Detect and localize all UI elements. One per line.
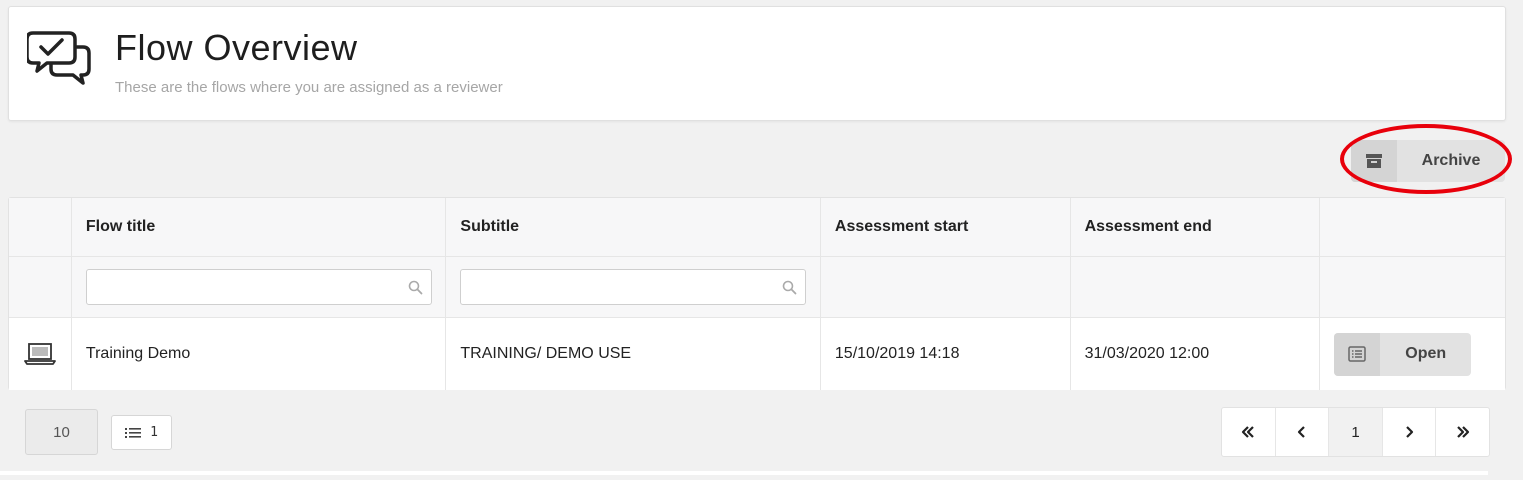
archive-label: Archive [1421,152,1481,169]
chevron-right-icon [1405,426,1413,438]
cell-actions: Open [1320,318,1505,390]
flows-table: Flow title Subtitle Assessment start Ass… [8,197,1506,390]
prev-page-button[interactable] [1276,408,1330,456]
laptop-icon [24,343,56,365]
column-header-flow-title[interactable]: Flow title [72,198,447,256]
cell-flow-title: Training Demo [72,318,447,390]
cell-assessment-start: 15/10/2019 14:18 [821,318,1071,390]
cell-assessment-end: 31/03/2020 12:00 [1071,318,1321,390]
filter-cell-empty [821,257,1071,317]
table-row: Training Demo TRAINING/ DEMO USE 15/10/2… [9,318,1505,390]
next-page-button[interactable] [1383,408,1437,456]
page-subtitle: These are the flows where you are assign… [115,79,503,96]
double-chevron-right-icon [1456,426,1469,438]
list-icon [1348,346,1366,362]
filter-cell-empty [1071,257,1321,317]
chevron-left-icon [1298,426,1306,438]
column-header-assessment-end[interactable]: Assessment end [1071,198,1321,256]
column-header-subtitle[interactable]: Subtitle [446,198,821,256]
row-icon-cell [9,318,72,390]
chat-check-icon [27,31,91,85]
subtitle-filter-input[interactable] [461,270,806,304]
column-header-actions [1320,198,1505,256]
double-chevron-left-icon [1242,426,1255,438]
table-header-row: Flow title Subtitle Assessment start Ass… [9,198,1505,257]
subtitle-filter[interactable] [460,269,807,305]
list-bullets-icon [125,427,142,438]
archive-box-icon [1366,154,1382,168]
page-size-select[interactable]: 10 [25,409,98,455]
flow-title-filter-input[interactable] [86,270,431,304]
filter-cell-flow-title [72,257,447,317]
table-filter-row [9,257,1505,318]
page-title: Flow Overview [115,27,358,68]
first-page-button[interactable] [1222,408,1276,456]
archive-icon-box [1351,140,1397,182]
column-header-icon [9,198,72,256]
filter-cell-empty [9,257,72,317]
filter-cell-empty [1320,257,1505,317]
page-number-button[interactable]: 1 [1329,408,1383,456]
cell-subtitle: TRAINING/ DEMO USE [446,318,821,390]
flow-title-filter[interactable] [85,269,432,305]
filter-cell-subtitle [446,257,821,317]
total-count: 1 [150,425,158,440]
search-icon [783,280,797,295]
search-icon [408,280,423,295]
open-icon-box [1334,332,1381,376]
archive-button[interactable]: Archive [1351,140,1505,182]
bottom-divider [0,471,1488,475]
open-label: Open [1405,345,1447,362]
open-button[interactable]: Open [1334,332,1472,376]
pagination: 1 [1221,407,1490,457]
column-header-assessment-start[interactable]: Assessment start [821,198,1071,256]
last-page-button[interactable] [1436,408,1489,456]
page-header: Flow Overview These are the flows where … [8,6,1506,121]
total-count-badge: 1 [111,415,172,450]
